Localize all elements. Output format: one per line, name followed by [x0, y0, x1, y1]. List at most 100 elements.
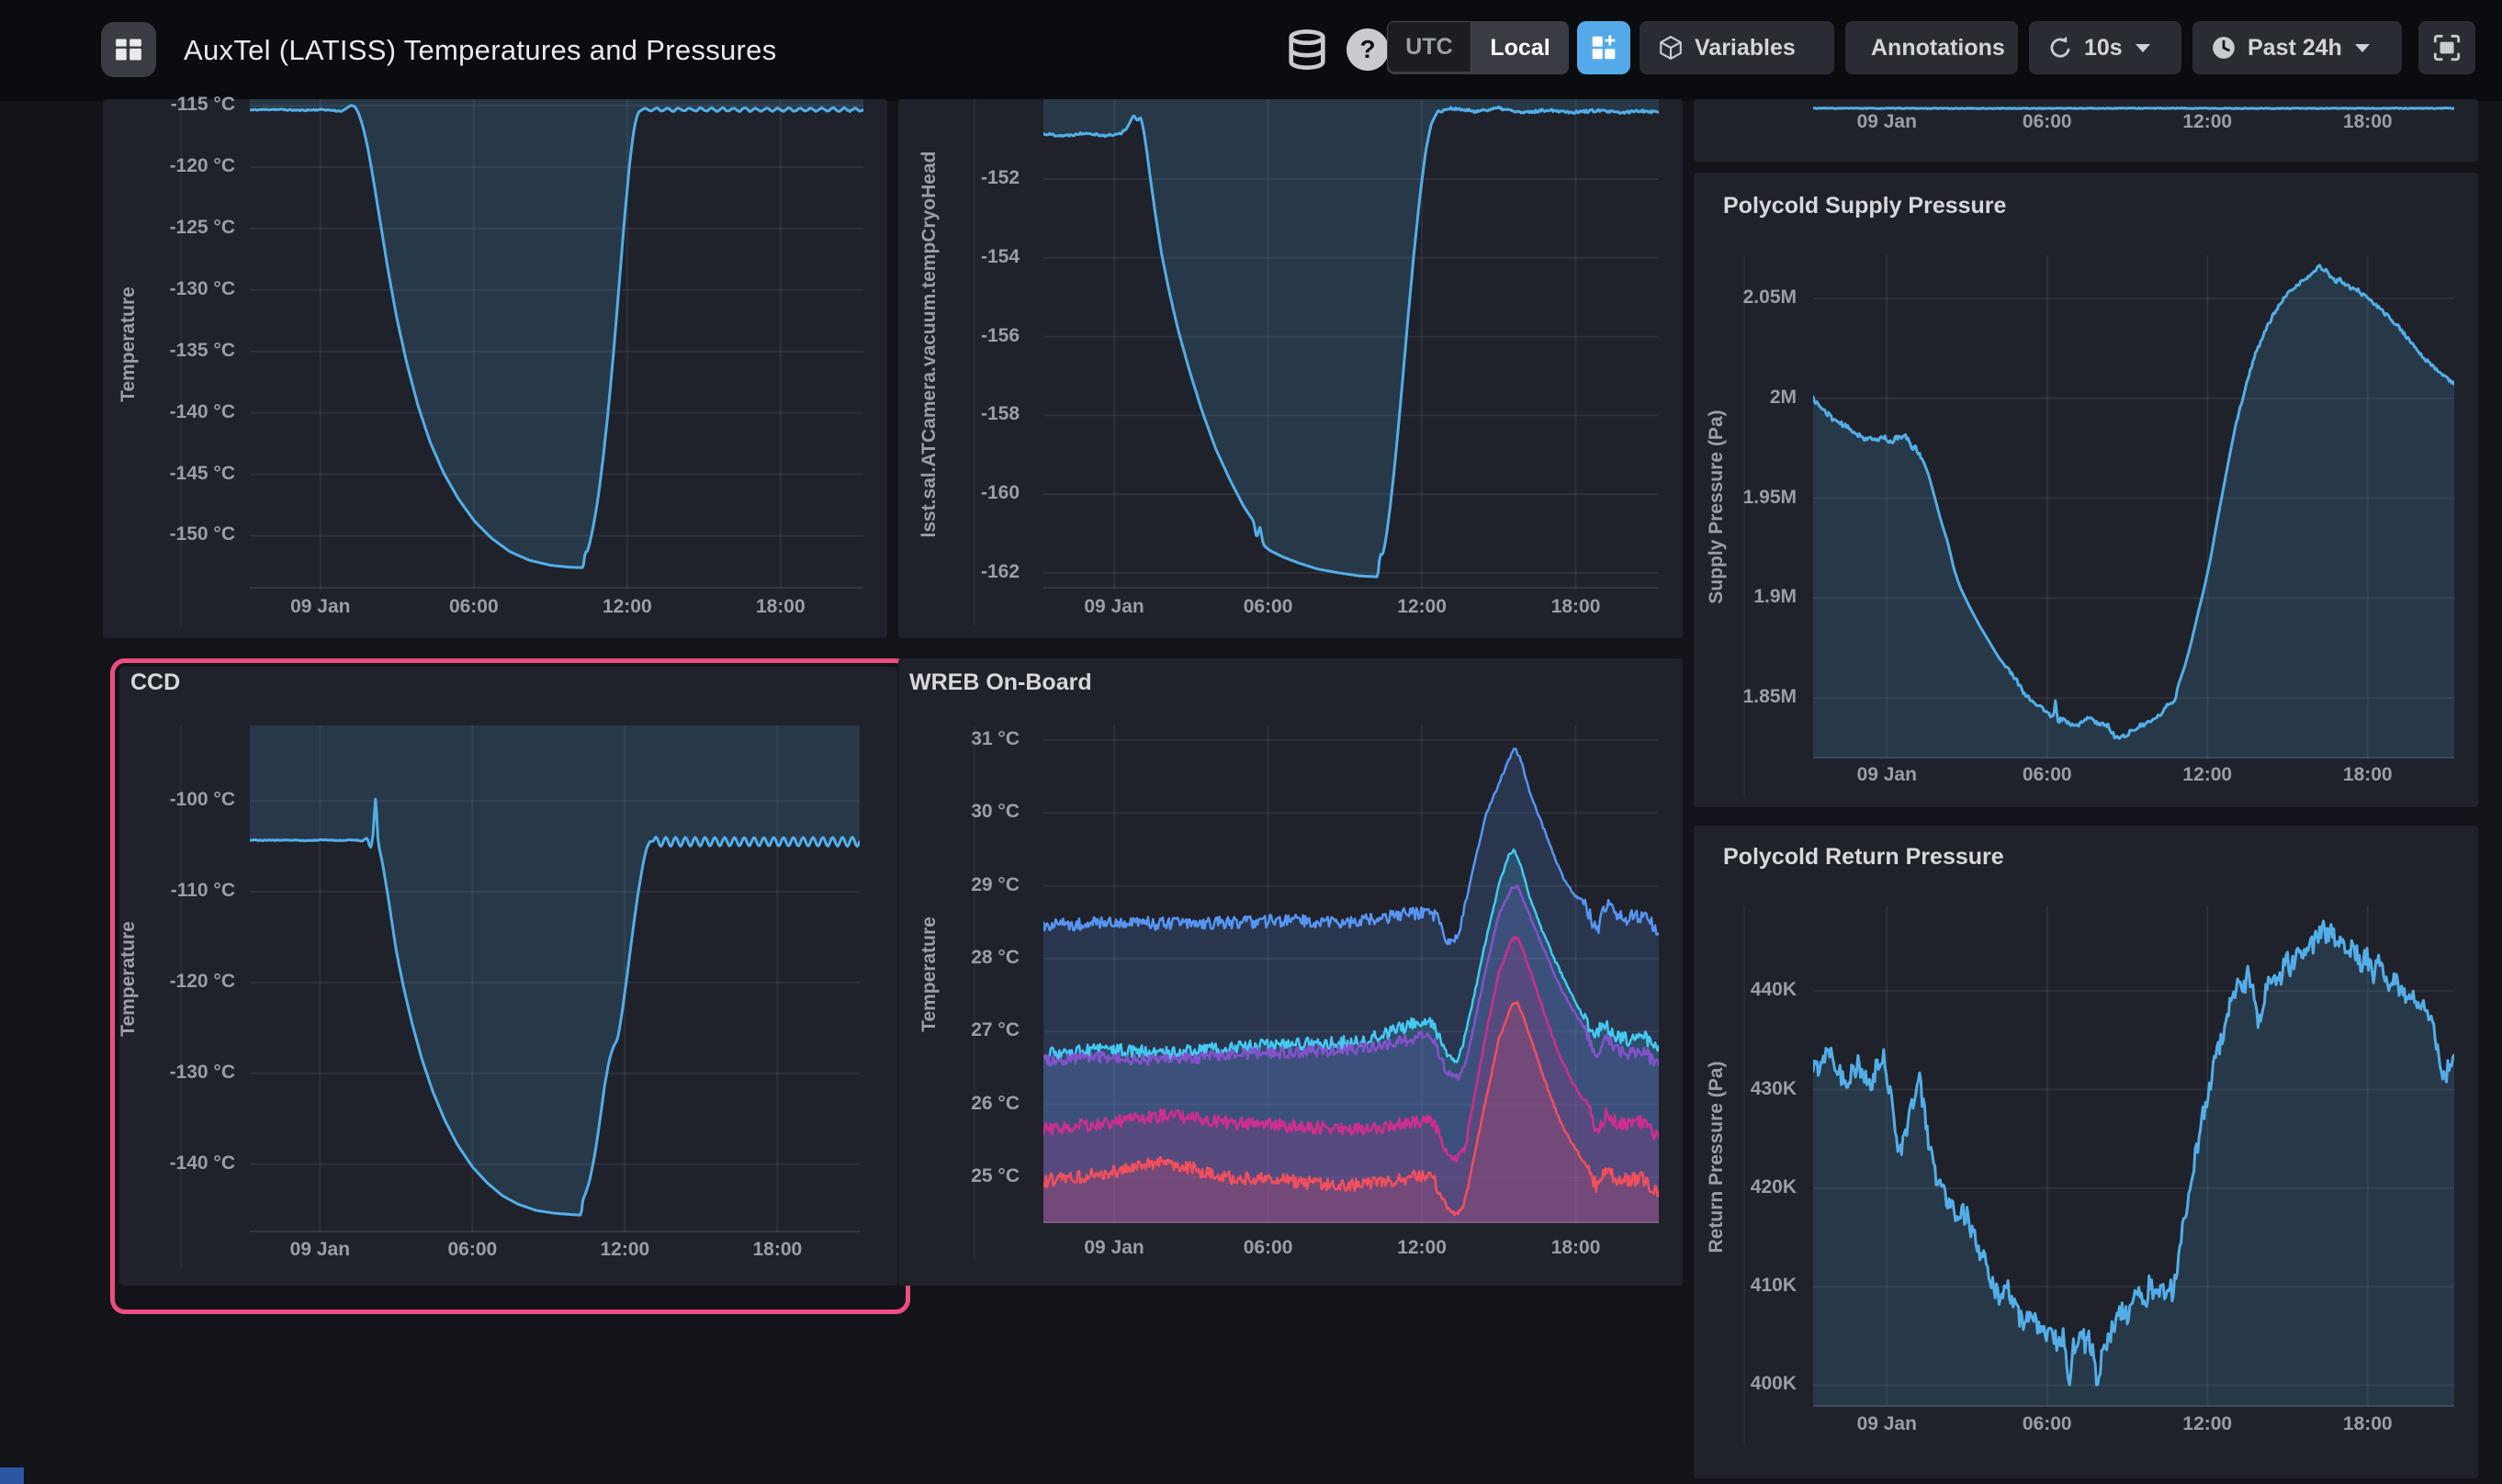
x-tick-label: 12:00	[551, 1239, 698, 1261]
x-tick-label: 18:00	[2294, 111, 2441, 133]
x-tick-label: 12:00	[554, 596, 701, 618]
y-tick-label: 30 °C	[873, 801, 1020, 823]
x-tick-label: 06:00	[399, 1239, 546, 1261]
x-tick-label: 09 Jan	[246, 1239, 393, 1261]
dashboard-title: AuxTel (LATISS) Temperatures and Pressur…	[184, 0, 777, 101]
timezone-utc-button[interactable]: UTC	[1387, 21, 1471, 73]
panel-ccd: CCD Temperature -100 °C-110 °C-120 °C-13…	[119, 667, 897, 1286]
y-tick-label: -152	[873, 167, 1020, 189]
x-tick-label: 06:00	[1195, 596, 1342, 618]
add-panel-button[interactable]	[1577, 21, 1630, 74]
x-tick-label: 18:00	[704, 1239, 851, 1261]
x-tick-label: 18:00	[2294, 764, 2441, 786]
x-tick-label: 06:00	[400, 596, 547, 618]
y-tick-label: -130 °C	[88, 278, 235, 300]
refresh-interval-label: 10s	[2084, 35, 2123, 62]
y-tick-label: 27 °C	[873, 1019, 1020, 1041]
ccd-chart[interactable]	[250, 725, 860, 1232]
refresh-interval-button[interactable]: 10s	[2029, 21, 2181, 74]
caret-down-icon	[2355, 44, 2370, 52]
y-tick-label: 1.95M	[1650, 487, 1797, 509]
y-tick-label: -130 °C	[88, 1062, 235, 1084]
y-tick-label: -154	[873, 246, 1020, 268]
variables-label: Variables	[1695, 35, 1796, 62]
y-axis-line	[180, 99, 182, 625]
dashboard-root: AuxTel (LATISS) Temperatures and Pressur…	[0, 0, 2502, 1484]
y-tick-label: 2M	[1650, 387, 1797, 409]
y-tick-label: 29 °C	[873, 874, 1020, 896]
refresh-icon	[2047, 35, 2073, 61]
x-tick-label: 06:00	[1195, 1237, 1342, 1259]
x-tick-label: 09 Jan	[1813, 1413, 1960, 1435]
y-tick-label: 28 °C	[873, 947, 1020, 969]
y-tick-label: -100 °C	[88, 789, 235, 811]
y-tick-label: -162	[873, 561, 1020, 583]
y-tick-label: 2.05M	[1650, 287, 1797, 309]
apps-grid-icon	[115, 36, 142, 63]
timezone-local-button[interactable]: Local	[1471, 21, 1569, 74]
panel-title[interactable]: Polycold Supply Pressure	[1723, 193, 2006, 219]
y-tick-label: -120 °C	[88, 155, 235, 177]
time-range-button[interactable]: Past 24h	[2192, 21, 2402, 74]
top-navbar: AuxTel (LATISS) Temperatures and Pressur…	[0, 0, 2502, 101]
clock-icon	[2211, 35, 2237, 61]
panel-polycold-supply-pressure: Polycold Supply Pressure Supply Pressure…	[1694, 173, 2478, 807]
panel-temperature-cut: Temperature -115 °C-120 °C-125 °C-130 °C…	[103, 99, 887, 638]
wreb-chart[interactable]	[1043, 725, 1659, 1223]
x-tick-label: 18:00	[1503, 1237, 1650, 1259]
x-tick-label: 18:00	[707, 596, 854, 618]
y-tick-label: -135 °C	[88, 340, 235, 362]
y-tick-label: -125 °C	[88, 217, 235, 239]
y-tick-label: -150 °C	[88, 523, 235, 545]
add-panel-icon	[1589, 33, 1618, 62]
x-tick-label: 12:00	[2134, 111, 2281, 133]
panel-polycold-return-pressure: Polycold Return Pressure Return Pressure…	[1694, 826, 2478, 1478]
y-tick-label: 26 °C	[873, 1093, 1020, 1115]
caret-down-icon	[2136, 44, 2150, 52]
y-tick-label: -140 °C	[88, 1152, 235, 1175]
kiosk-icon	[2433, 34, 2461, 62]
y-axis-line	[1743, 255, 1745, 795]
x-tick-label: 09 Jan	[1041, 596, 1188, 618]
x-tick-label: 06:00	[1974, 764, 2121, 786]
y-tick-label: -110 °C	[88, 880, 235, 902]
panel-top-right-cut: 09 Jan 06:00 12:00 18:00	[1694, 99, 2478, 162]
panel-title[interactable]: WREB On-Board	[909, 669, 1092, 696]
y-tick-label: -156	[873, 325, 1020, 347]
annotations-label: Annotations	[1871, 35, 2005, 62]
x-tick-label: 18:00	[1503, 596, 1650, 618]
kiosk-mode-button[interactable]	[2418, 21, 2475, 74]
b-chart[interactable]	[1043, 99, 1659, 589]
x-tick-label: 12:00	[2134, 764, 2281, 786]
time-range-label: Past 24h	[2248, 35, 2342, 62]
x-tick-label: 09 Jan	[1041, 1237, 1188, 1259]
x-tick-label: 06:00	[1974, 1413, 2121, 1435]
x-tick-label: 09 Jan	[1813, 111, 1960, 133]
ret-chart[interactable]	[1813, 906, 2454, 1407]
help-icon[interactable]: ?	[1347, 28, 1389, 71]
x-tick-label: 12:00	[1348, 596, 1495, 618]
x-tick-label: 09 Jan	[247, 596, 394, 618]
y-tick-label: 25 °C	[873, 1165, 1020, 1187]
x-tick-label: 12:00	[2134, 1413, 2281, 1435]
y-tick-label: -140 °C	[88, 401, 235, 423]
x-tick-label: 18:00	[2294, 1413, 2441, 1435]
browser-corner-accent	[0, 1467, 24, 1484]
x-tick-label: 12:00	[1348, 1237, 1495, 1259]
cube-icon	[1658, 35, 1684, 61]
database-icon[interactable]	[1284, 28, 1330, 73]
y-tick-label: -120 °C	[88, 971, 235, 993]
panel-title[interactable]: CCD	[130, 669, 180, 696]
panel-title[interactable]: Polycold Return Pressure	[1723, 844, 2004, 871]
y-tick-label: -160	[873, 482, 1020, 504]
apps-grid-button[interactable]	[101, 22, 156, 77]
y-tick-label: -158	[873, 403, 1020, 425]
panel-wreb-on-board: WREB On-Board Temperature 31 °C30 °C29 °…	[898, 658, 1683, 1286]
y-tick-label: 1.9M	[1650, 586, 1797, 608]
a-chart[interactable]	[250, 99, 863, 589]
y-tick-label: 400K	[1650, 1373, 1797, 1395]
supply-chart[interactable]	[1813, 255, 2454, 759]
x-tick-label: 06:00	[1974, 111, 2121, 133]
annotations-button[interactable]: Annotations	[1845, 21, 2018, 74]
variables-button[interactable]: Variables	[1640, 21, 1834, 74]
